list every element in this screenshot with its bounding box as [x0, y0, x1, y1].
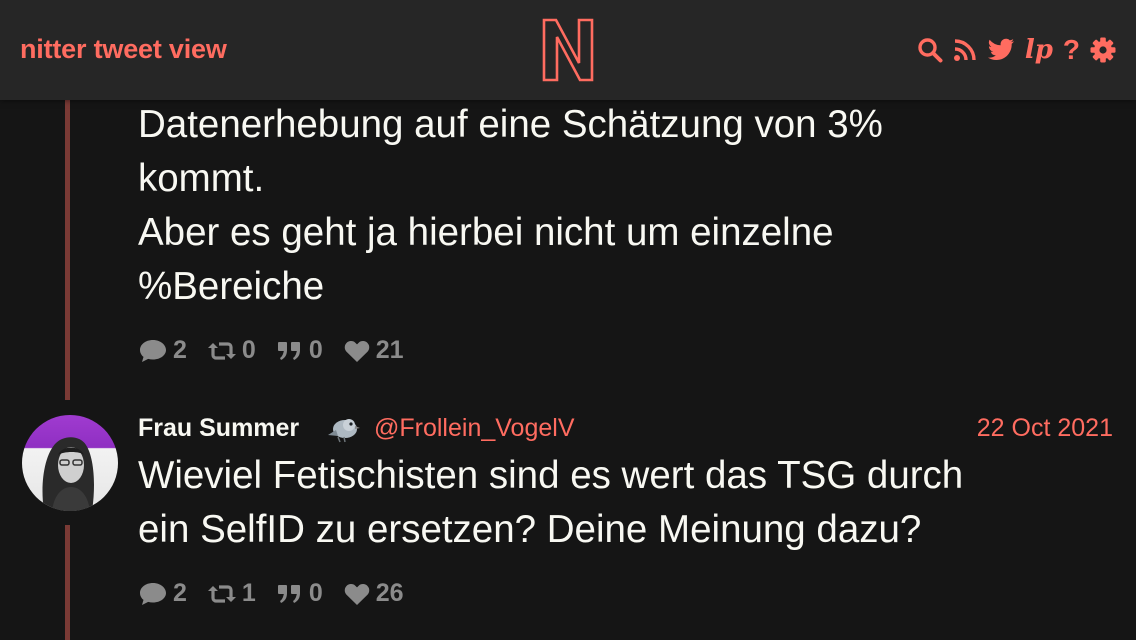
nav-icon-group: lp ?	[917, 35, 1116, 65]
help-icon[interactable]: ?	[1063, 35, 1080, 65]
rss-icon[interactable]	[953, 35, 977, 65]
quote-icon	[277, 341, 300, 360]
tweet-header: Frau Summer @Frollein_VogelV 22 Oct 2021	[138, 411, 1113, 445]
bird-badge-icon	[328, 419, 360, 443]
heart-icon	[344, 583, 369, 605]
tweet-content: Wieviel Fetischisten sind es wert das TS…	[138, 454, 964, 551]
retweet-stat[interactable]: 0	[207, 336, 256, 365]
quote-count: 0	[308, 579, 323, 607]
tweet-date-link[interactable]: 22 Oct 2021	[977, 414, 1113, 443]
retweet-count: 1	[241, 579, 256, 607]
tweet-stats: 2 1 0 26	[138, 579, 424, 608]
fullname-link[interactable]: Frau Summer	[138, 414, 299, 443]
liberapay-icon[interactable]: lp	[1025, 35, 1053, 65]
tweet-stats: 2 0 0 21	[138, 336, 424, 365]
like-stat[interactable]: 21	[343, 336, 404, 365]
gear-icon[interactable]	[1090, 35, 1116, 65]
retweet-icon	[207, 341, 236, 360]
quote-stat[interactable]: 0	[276, 336, 323, 365]
search-icon[interactable]	[917, 35, 943, 65]
comment-icon	[140, 339, 166, 362]
username-link[interactable]: @Frollein_VogelV	[374, 414, 575, 443]
reply-count: 2	[173, 579, 187, 607]
heart-icon	[344, 340, 369, 362]
reply-stat[interactable]: 2	[138, 336, 187, 365]
nitter-logo-icon[interactable]	[541, 17, 595, 83]
site-brand-link[interactable]: nitter tweet view	[20, 34, 227, 65]
navbar: nitter tweet view lp ?	[0, 0, 1136, 100]
retweet-icon	[207, 584, 236, 603]
like-count: 21	[375, 336, 404, 364]
quote-icon	[277, 584, 300, 603]
reply-count: 2	[173, 336, 187, 364]
quote-count: 0	[308, 336, 323, 364]
thread-connector-line	[65, 525, 70, 640]
retweet-count: 0	[241, 336, 256, 364]
avatar[interactable]	[22, 415, 118, 511]
like-count: 26	[375, 579, 404, 607]
retweet-stat[interactable]: 1	[207, 579, 256, 608]
quote-stat[interactable]: 0	[276, 579, 323, 608]
twitter-bird-icon[interactable]	[987, 35, 1015, 65]
thread-connector-line	[65, 100, 70, 400]
like-stat[interactable]: 26	[343, 579, 404, 608]
comment-icon	[140, 582, 166, 605]
tweet-content: Datenerhebung auf eine Schätzung von 3% …	[138, 103, 883, 308]
reply-stat[interactable]: 2	[138, 579, 187, 608]
